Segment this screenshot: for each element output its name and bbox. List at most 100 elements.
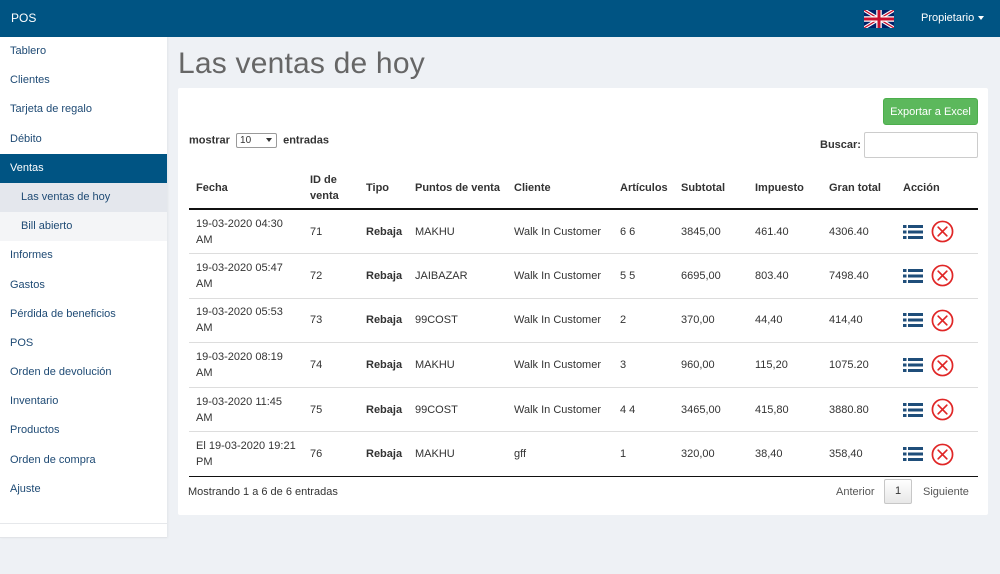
- cell-cliente: Walk In Customer: [507, 298, 613, 344]
- cell-subtotal: 320,00: [674, 431, 748, 478]
- sales-panel: Exportar a Excel mostrar 10 entradas Bus…: [178, 88, 988, 515]
- cell-cliente: Walk In Customer: [507, 342, 613, 388]
- sidebar-item-clientes[interactable]: Clientes: [0, 66, 167, 95]
- cell-id: 74: [303, 342, 359, 388]
- delete-circle-icon[interactable]: [931, 220, 954, 243]
- sidebar-subitem-bill-abierto[interactable]: Bill abierto: [0, 212, 167, 242]
- table-row: 19-03-2020 08:19 AM 74 Rebaja MAKHU Walk…: [189, 342, 978, 388]
- column-header[interactable]: Subtotal: [674, 167, 748, 210]
- brand-logo[interactable]: POS: [11, 11, 36, 25]
- cell-gran-total: 358,40: [822, 431, 896, 478]
- sidebar-item-tarjeta-regalo[interactable]: Tarjeta de regalo: [0, 95, 167, 124]
- cell-punto-venta: JAIBAZAR: [408, 253, 507, 299]
- column-header[interactable]: Fecha: [189, 167, 303, 210]
- cell-id: 73: [303, 298, 359, 344]
- cell-punto-venta: 99COST: [408, 387, 507, 433]
- cell-subtotal: 960,00: [674, 342, 748, 388]
- export-excel-button[interactable]: Exportar a Excel: [883, 98, 978, 125]
- cell-cliente: Walk In Customer: [507, 387, 613, 433]
- caret-down-icon: [978, 16, 985, 21]
- cell-impuesto: 803.40: [748, 253, 822, 299]
- page-title: Las ventas de hoy: [178, 47, 425, 80]
- sidebar-item-ventas[interactable]: Ventas: [0, 153, 167, 183]
- table-row: 19-03-2020 11:45 AM 75 Rebaja 99COST Wal…: [189, 387, 978, 433]
- cell-tipo: Rebaja: [359, 298, 408, 344]
- pagination-previous[interactable]: Anterior: [836, 486, 875, 498]
- pagination-next[interactable]: Siguiente: [923, 486, 969, 498]
- delete-circle-icon[interactable]: [931, 398, 954, 421]
- cell-subtotal: 3465,00: [674, 387, 748, 433]
- table-row: 19-03-2020 05:47 AM 72 Rebaja JAIBAZAR W…: [189, 253, 978, 299]
- user-menu-label: Propietario: [921, 12, 975, 24]
- list-icon[interactable]: [903, 357, 923, 373]
- cell-accion: [896, 298, 978, 344]
- delete-circle-icon[interactable]: [931, 264, 954, 287]
- list-icon[interactable]: [903, 312, 923, 328]
- table-info: Mostrando 1 a 6 de 6 entradas: [188, 486, 338, 498]
- list-icon[interactable]: [903, 224, 923, 240]
- sidebar-item-ajuste[interactable]: Ajuste: [0, 475, 167, 504]
- cell-articulos: 5 5: [613, 253, 674, 299]
- user-menu-dropdown[interactable]: Propietario: [921, 12, 985, 24]
- cell-id: 76: [303, 431, 359, 478]
- list-icon[interactable]: [903, 402, 923, 418]
- table-row: El 19-03-2020 19:21 PM 76 Rebaja MAKHU g…: [189, 431, 978, 478]
- column-header[interactable]: Tipo: [359, 167, 408, 210]
- cell-fecha: El 19-03-2020 19:21 PM: [189, 431, 303, 478]
- delete-circle-icon[interactable]: [931, 443, 954, 466]
- entries-length-select[interactable]: 10: [236, 133, 278, 148]
- search-input[interactable]: [864, 132, 978, 158]
- sidebar-item-informes[interactable]: Informes: [0, 241, 167, 270]
- cell-tipo: Rebaja: [359, 342, 408, 388]
- column-header[interactable]: ID de venta: [303, 167, 359, 210]
- sidebar-item-gastos[interactable]: Gastos: [0, 271, 167, 300]
- uk-flag-icon[interactable]: [863, 8, 895, 30]
- delete-circle-icon[interactable]: [931, 309, 954, 332]
- cell-impuesto: 38,40: [748, 431, 822, 478]
- column-header[interactable]: Artículos: [613, 167, 674, 210]
- cell-id: 71: [303, 209, 359, 255]
- cell-articulos: 6 6: [613, 209, 674, 255]
- column-header[interactable]: Gran total: [822, 167, 896, 210]
- sales-table: Fecha ID de venta Tipo Puntos de venta C…: [189, 167, 978, 478]
- cell-accion: [896, 209, 978, 255]
- sidebar-item-tablero[interactable]: Tablero: [0, 37, 167, 66]
- cell-accion: [896, 387, 978, 433]
- column-header[interactable]: Impuesto: [748, 167, 822, 210]
- search-label: Buscar:: [820, 139, 861, 151]
- cell-impuesto: 415,80: [748, 387, 822, 433]
- entries-length-control: mostrar 10 entradas: [189, 133, 329, 148]
- cell-gran-total: 414,40: [822, 298, 896, 344]
- column-header[interactable]: Puntos de venta: [408, 167, 507, 210]
- cell-gran-total: 7498.40: [822, 253, 896, 299]
- column-header[interactable]: Cliente: [507, 167, 613, 210]
- cell-tipo: Rebaja: [359, 431, 408, 478]
- sidebar-item-inventario[interactable]: Inventario: [0, 387, 167, 416]
- sidebar-item-orden-devolucion[interactable]: Orden de devolución: [0, 358, 167, 387]
- cell-gran-total: 3880.80: [822, 387, 896, 433]
- cell-punto-venta: 99COST: [408, 298, 507, 344]
- sidebar-item-perdida-beneficios[interactable]: Pérdida de beneficios: [0, 300, 167, 329]
- delete-circle-icon[interactable]: [931, 354, 954, 377]
- cell-punto-venta: MAKHU: [408, 431, 507, 478]
- sidebar-item-orden-compra[interactable]: Orden de compra: [0, 446, 167, 475]
- cell-gran-total: 1075.20: [822, 342, 896, 388]
- cell-punto-venta: MAKHU: [408, 342, 507, 388]
- cell-cliente: gff: [507, 431, 613, 478]
- cell-fecha: 19-03-2020 05:47 AM: [189, 253, 303, 299]
- sidebar-item-pos[interactable]: POS: [0, 329, 167, 358]
- sidebar-item-productos[interactable]: Productos: [0, 416, 167, 445]
- pagination-page-1[interactable]: 1: [884, 479, 912, 504]
- list-icon[interactable]: [903, 446, 923, 462]
- list-icon[interactable]: [903, 268, 923, 284]
- cell-id: 72: [303, 253, 359, 299]
- sidebar-subitem-ventas-hoy[interactable]: Las ventas de hoy: [0, 182, 167, 213]
- cell-tipo: Rebaja: [359, 387, 408, 433]
- sidebar-divider: [0, 523, 167, 524]
- length-prefix: mostrar: [189, 134, 230, 147]
- sidebar-item-debito[interactable]: Débito: [0, 125, 167, 154]
- dropdown-arrow-icon: [266, 138, 273, 142]
- cell-cliente: Walk In Customer: [507, 209, 613, 255]
- table-header-row: Fecha ID de venta Tipo Puntos de venta C…: [189, 167, 978, 210]
- cell-cliente: Walk In Customer: [507, 253, 613, 299]
